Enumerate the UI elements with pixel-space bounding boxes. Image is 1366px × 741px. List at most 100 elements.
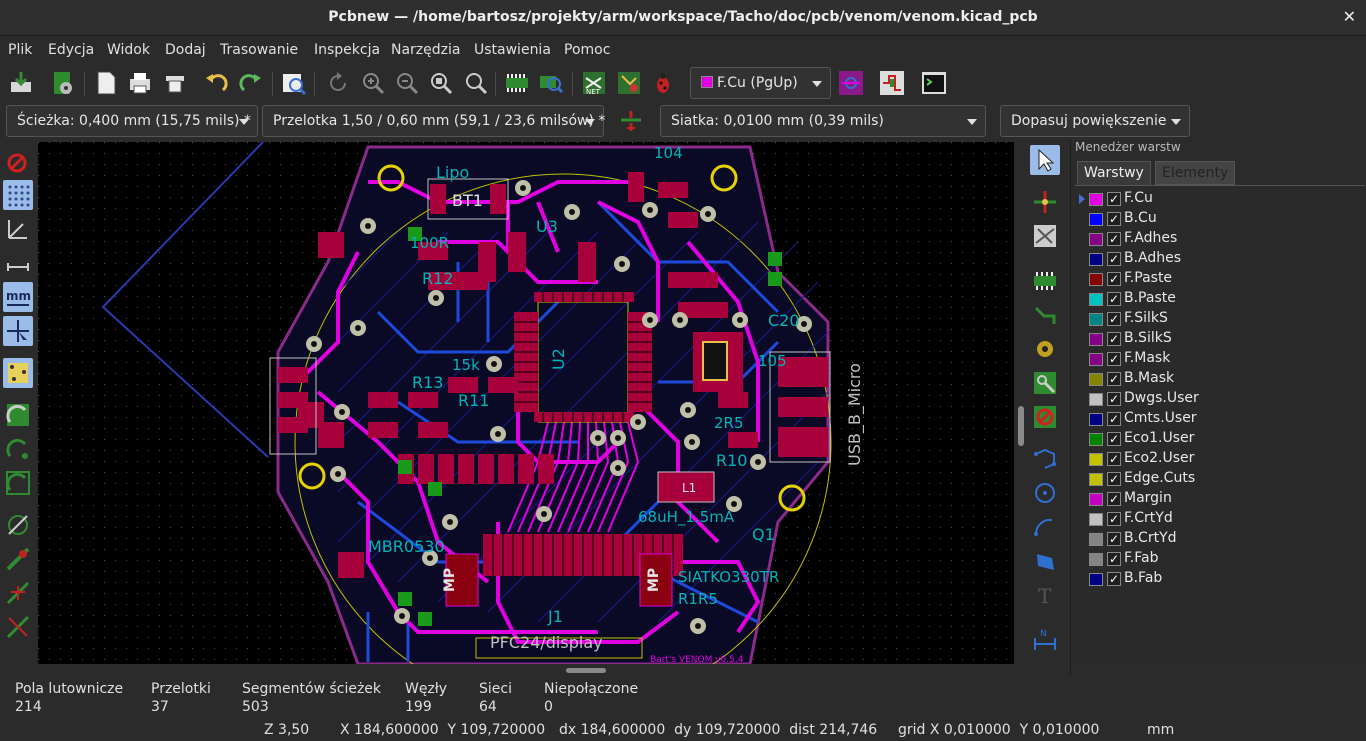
layer-visibility-checkbox[interactable]: ✓ — [1107, 412, 1121, 426]
layer-color-swatch[interactable] — [1089, 313, 1103, 326]
close-icon[interactable]: ✕ — [1343, 7, 1356, 26]
menu-dodaj[interactable]: Dodaj — [165, 42, 206, 58]
menu-trasowanie[interactable]: Trasowanie — [220, 42, 298, 58]
drc-off-icon[interactable] — [3, 147, 33, 177]
layer-row[interactable]: ✓ Margin — [1075, 489, 1365, 509]
layer-selector[interactable]: F.Cu (PgUp) — [690, 67, 831, 99]
plot-icon[interactable] — [91, 68, 121, 98]
print-icon[interactable] — [125, 68, 155, 98]
layer-color-swatch[interactable] — [1089, 413, 1103, 426]
update-pcb-icon[interactable] — [614, 68, 644, 98]
layer-color-swatch[interactable] — [1089, 533, 1103, 546]
menu-widok[interactable]: Widok — [107, 42, 150, 58]
highlight-net-icon[interactable] — [1030, 187, 1060, 217]
layer-color-swatch[interactable] — [1089, 233, 1103, 246]
layer-row[interactable]: ✓ F.Mask — [1075, 349, 1365, 369]
menu-edycja[interactable]: Edycja — [48, 42, 94, 58]
layer-color-swatch[interactable] — [1089, 193, 1103, 206]
layer-visibility-checkbox[interactable]: ✓ — [1107, 552, 1121, 566]
layer-row[interactable]: ✓ F.CrtYd — [1075, 509, 1365, 529]
layer-color-swatch[interactable] — [1089, 393, 1103, 406]
menu-plik[interactable]: Plik — [8, 42, 32, 58]
local-ratsnest-icon[interactable] — [1030, 221, 1060, 251]
layer-color-swatch[interactable] — [1089, 453, 1103, 466]
select-arrow-icon[interactable] — [1030, 145, 1060, 175]
layer-color-swatch[interactable] — [1089, 473, 1103, 486]
layer-row[interactable]: ✓ B.Cu — [1075, 209, 1365, 229]
track-width-select[interactable]: Ścieżka: 0,400 mm (15,75 mils) * — [6, 105, 258, 137]
zoom-fit-icon[interactable] — [426, 68, 456, 98]
layer-visibility-checkbox[interactable]: ✓ — [1107, 292, 1121, 306]
via-size-select[interactable]: Przelotka 1,50 / 0,60 mm (59,1 / 23,6 mi… — [262, 105, 605, 137]
tab-warstwy[interactable]: Warstwy — [1077, 161, 1151, 185]
layer-color-swatch[interactable] — [1089, 493, 1103, 506]
zoom-in-icon[interactable] — [358, 68, 388, 98]
layer-color-swatch[interactable] — [1089, 553, 1103, 566]
add-keepout-icon[interactable] — [1030, 402, 1060, 432]
layer-visibility-checkbox[interactable]: ✓ — [1107, 212, 1121, 226]
add-via-icon[interactable] — [1030, 334, 1060, 364]
pcb-canvas[interactable]: U2 U3 J1 Lipo R10 R11 R12 R13 Q1 68uH_1.… — [38, 142, 1014, 664]
layer-visibility-checkbox[interactable]: ✓ — [1107, 392, 1121, 406]
layer-visibility-checkbox[interactable]: ✓ — [1107, 572, 1121, 586]
layer-row[interactable]: ✓ Eco1.User — [1075, 429, 1365, 449]
grid-select[interactable]: Siatka: 0,0100 mm (0,39 mils) — [660, 105, 986, 137]
add-dimension-icon[interactable]: N — [1030, 624, 1060, 654]
layer-row[interactable]: ✓ B.CrtYd — [1075, 529, 1365, 549]
layer-row[interactable]: ✓ B.Fab — [1075, 569, 1365, 589]
footprint-editor-icon[interactable] — [502, 68, 532, 98]
add-footprint-icon[interactable] — [1030, 266, 1060, 296]
layers-manager-icon[interactable] — [3, 612, 33, 642]
layer-color-swatch[interactable] — [1089, 333, 1103, 346]
mm-units-icon[interactable]: mm — [3, 282, 33, 312]
cursor-shape-icon[interactable] — [3, 316, 33, 346]
scripting-console-icon[interactable] — [919, 68, 949, 98]
page-settings-icon[interactable] — [48, 68, 78, 98]
layer-visibility-checkbox[interactable]: ✓ — [1107, 192, 1121, 206]
layer-color-swatch[interactable] — [1089, 293, 1103, 306]
layer-visibility-checkbox[interactable]: ✓ — [1107, 272, 1121, 286]
undo-icon[interactable] — [201, 68, 231, 98]
track-sketch-icon[interactable] — [3, 510, 33, 540]
layer-row[interactable]: ✓ Edge.Cuts — [1075, 469, 1365, 489]
zoom-select[interactable]: Dopasuj powiększenie — [1000, 105, 1190, 137]
microwave-icon[interactable] — [877, 68, 907, 98]
layer-visibility-checkbox[interactable]: ✓ — [1107, 452, 1121, 466]
polar-coords-icon[interactable] — [3, 214, 33, 244]
layer-row[interactable]: ✓ B.SilkS — [1075, 329, 1365, 349]
horizontal-scrollbar[interactable] — [38, 664, 1014, 676]
via-sketch-icon[interactable] — [3, 578, 33, 608]
add-polygon-icon[interactable] — [1030, 546, 1060, 576]
layer-visibility-checkbox[interactable]: ✓ — [1107, 352, 1121, 366]
add-line-icon[interactable] — [1030, 444, 1060, 474]
layer-row[interactable]: ✓ F.Fab — [1075, 549, 1365, 569]
layer-color-swatch[interactable] — [1089, 513, 1103, 526]
layer-visibility-checkbox[interactable]: ✓ — [1107, 492, 1121, 506]
layer-row[interactable]: ✓ B.Mask — [1075, 369, 1365, 389]
menu-inspekcja[interactable]: Inspekcja — [314, 42, 380, 58]
footprint-viewer-icon[interactable] — [536, 68, 566, 98]
layer-row[interactable]: ✓ Dwgs.User — [1075, 389, 1365, 409]
layer-color-swatch[interactable] — [1089, 213, 1103, 226]
layer-row[interactable]: ✓ Eco2.User — [1075, 449, 1365, 469]
save-board-icon[interactable] — [6, 68, 36, 98]
add-text-icon[interactable]: T — [1030, 580, 1060, 610]
layer-color-swatch[interactable] — [1089, 373, 1103, 386]
drc-bug-icon[interactable] — [648, 68, 678, 98]
layer-visibility-checkbox[interactable]: ✓ — [1107, 532, 1121, 546]
menu-pomoc[interactable]: Pomoc — [564, 42, 610, 58]
autoroute-icon[interactable] — [836, 68, 866, 98]
find-icon[interactable] — [279, 68, 309, 98]
layer-visibility-checkbox[interactable]: ✓ — [1107, 512, 1121, 526]
vertical-scrollbar[interactable] — [1016, 142, 1026, 664]
menu-ustawienia[interactable]: Ustawienia — [474, 42, 551, 58]
menu-narzedzia[interactable]: Narzędzia — [391, 42, 460, 58]
zone-outline-icon[interactable] — [3, 434, 33, 464]
layer-visibility-checkbox[interactable]: ✓ — [1107, 312, 1121, 326]
layer-color-swatch[interactable] — [1089, 253, 1103, 266]
layer-color-swatch[interactable] — [1089, 353, 1103, 366]
copy-clipboard-icon[interactable] — [160, 68, 190, 98]
add-zone-icon[interactable] — [1030, 368, 1060, 398]
layer-row[interactable]: ✓ F.SilkS — [1075, 309, 1365, 329]
grid-toggle-icon[interactable] — [3, 180, 33, 210]
